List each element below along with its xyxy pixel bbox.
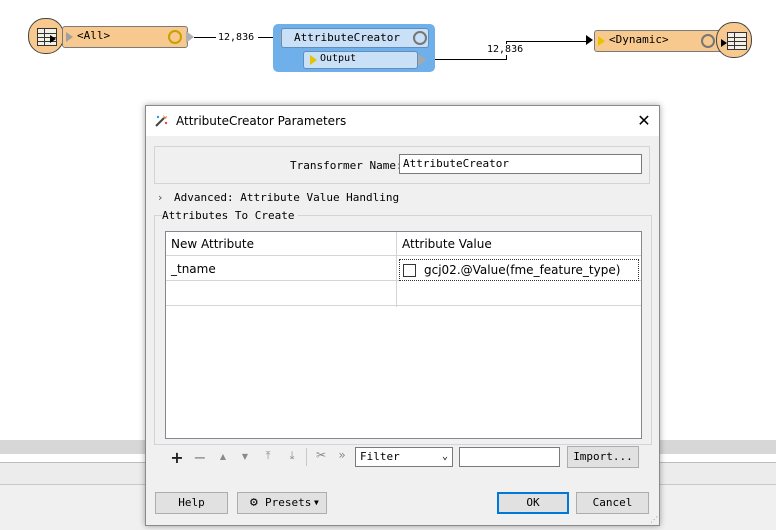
table-row-empty[interactable] — [397, 282, 641, 306]
dialog-title: AttributeCreator Parameters — [176, 114, 347, 128]
feature-count-in: 12,836 — [218, 32, 255, 43]
gear-icon[interactable] — [168, 30, 182, 44]
cancel-button[interactable]: Cancel — [576, 492, 649, 514]
parameters-dialog: AttributeCreator Parameters ✕ Transforme… — [145, 105, 660, 526]
table-cell-attribute-name[interactable]: _tname — [166, 257, 396, 281]
column-header-new-attribute[interactable]: New Attribute — [166, 232, 396, 256]
help-button[interactable]: Help — [155, 492, 228, 514]
wand-icon — [155, 115, 168, 127]
transformer-output-port[interactable]: Output — [303, 51, 418, 69]
add-row-icon[interactable]: + — [169, 448, 185, 467]
feature-count-out: 12,836 — [487, 44, 524, 55]
advanced-section-toggle[interactable]: Advanced: Attribute Value Handling — [174, 191, 399, 204]
transformer-title[interactable]: AttributeCreator — [281, 28, 429, 48]
gear-icon: ⚙ — [250, 495, 258, 510]
output-connector-icon[interactable] — [186, 31, 194, 43]
chevron-down-icon: ⌄ — [441, 451, 448, 462]
port-triangle-icon — [310, 55, 317, 65]
gear-icon[interactable] — [413, 31, 427, 45]
transformer-name-input[interactable]: AttributeCreator — [399, 154, 642, 174]
transformer-name-label: Transformer Name: — [290, 159, 403, 172]
reader-output-port[interactable]: <All> — [62, 26, 188, 48]
attributes-table[interactable]: New Attribute Attribute Value _tname gcj… — [165, 231, 642, 439]
move-down-icon[interactable]: ▼ — [237, 452, 253, 461]
remove-row-icon[interactable]: − — [192, 448, 208, 467]
chevron-right-icon[interactable]: › — [158, 191, 162, 204]
reader-port-label: <All> — [77, 29, 111, 42]
move-bottom-icon[interactable]: ⤓ — [284, 449, 300, 463]
move-up-icon[interactable]: ▲ — [215, 452, 231, 461]
port-triangle-icon — [66, 32, 73, 42]
attribute-value-editor[interactable]: gcj02.@Value(fme_feature_type) — [399, 259, 639, 281]
port-triangle-icon — [598, 36, 605, 46]
value-type-icon[interactable] — [403, 264, 416, 277]
output-port-label: Output — [320, 53, 357, 64]
attributecreator-transformer[interactable]: AttributeCreator Output — [273, 24, 435, 72]
connection-line — [435, 59, 507, 60]
arrowhead-icon — [586, 35, 593, 45]
dropdown-arrow-icon: ▼ — [314, 498, 319, 507]
output-connector-icon[interactable] — [418, 54, 426, 66]
more-icon[interactable]: » — [334, 448, 350, 462]
presets-button[interactable]: ⚙ Presets ▼ — [237, 492, 327, 514]
close-icon[interactable]: ✕ — [634, 111, 654, 131]
move-top-icon[interactable]: ⤒ — [260, 449, 276, 463]
filter-select[interactable]: Filter ⌄ — [355, 447, 453, 467]
ok-button[interactable]: OK — [497, 492, 569, 514]
arrow-icon — [50, 35, 56, 43]
name-panel: Transformer Name: AttributeCreator — [154, 146, 650, 184]
attributes-group-label: Attributes To Create — [162, 209, 299, 222]
dialog-titlebar[interactable]: AttributeCreator Parameters ✕ — [146, 106, 659, 136]
arrow-icon — [721, 39, 727, 47]
writer-port-label: <Dynamic> — [609, 33, 669, 46]
import-button[interactable]: Import... — [567, 446, 639, 468]
writer-feature-type[interactable] — [716, 22, 752, 58]
toolbar-divider — [306, 448, 307, 466]
writer-input-port[interactable]: <Dynamic> — [594, 30, 724, 52]
connection-line — [194, 37, 216, 38]
table-row-empty[interactable] — [166, 282, 396, 306]
attribute-value-text: gcj02.@Value(fme_feature_type) — [424, 263, 621, 277]
transformer-title-label: AttributeCreator — [294, 31, 400, 44]
presets-label: Presets — [265, 496, 312, 509]
filter-input[interactable] — [459, 447, 560, 467]
resize-grip-icon[interactable]: ⋰ — [650, 515, 658, 524]
column-header-attribute-value[interactable]: Attribute Value — [397, 232, 641, 256]
table-icon — [727, 32, 747, 50]
cut-icon[interactable]: ✂ — [313, 448, 329, 462]
filter-select-value: Filter — [360, 450, 400, 463]
gear-icon[interactable] — [701, 34, 715, 48]
reader-feature-type[interactable] — [28, 18, 64, 54]
connection-line — [506, 41, 586, 42]
